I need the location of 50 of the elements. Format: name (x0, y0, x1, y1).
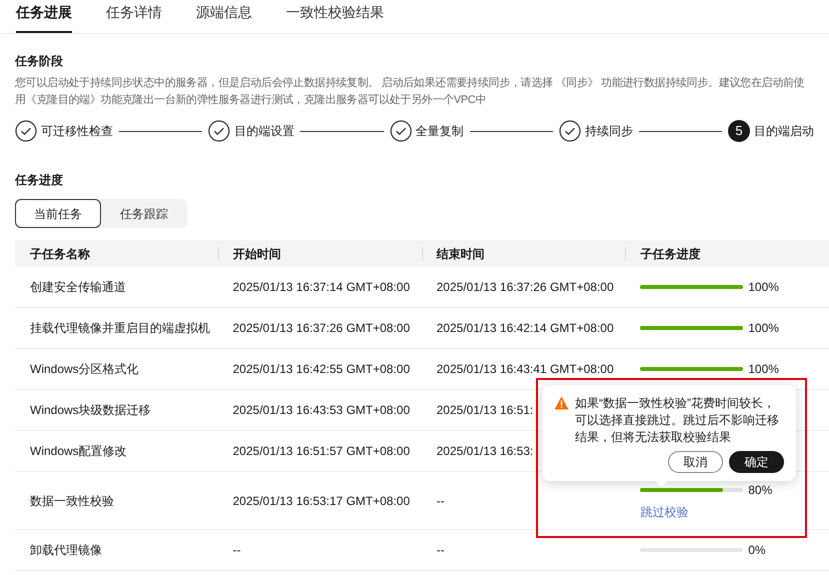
table-cell: 2025/01/13 16:43:41 GMT+08:00 (436, 362, 614, 376)
tab[interactable]: 源端信息 (196, 2, 252, 33)
table-cell: 2025/01/13 16:37:14 GMT+08:00 (232, 280, 410, 294)
dialog-message: 如果“数据一致性校验”花费时间较长，可以选择直接跳过。跳过后不影响迁移结果，但将无法获取校验结果 (575, 395, 780, 446)
description-text: 您可以启动处于持续同步状态中的服务器，但是启动后会停止数据持续复制。 启动后如果还需要持续同步，请选择 《同步》 功能进行数据持续同步。建议您在启动前使用《克隆目的端》功能克隆出一台新的弹性服务器进行测试，克隆出服务器可以处于另外一个VPC中 (15, 76, 806, 108)
table-cell: 2025/01/13 16:51: (436, 403, 534, 417)
table-cell: 2025/01/13 16:53:17 GMT+08:00 (232, 494, 410, 508)
column-header: 子任务名称 (30, 246, 90, 262)
step-label: 持续同步 (584, 123, 633, 140)
table-cell: Windows分区格式化 (30, 362, 139, 376)
step-label: 目的端启动 (754, 123, 814, 140)
segment-tab[interactable]: 当前任务 (15, 199, 101, 228)
table-cell: 2025/01/13 16:53: (436, 444, 534, 458)
table-cell: 挂载代理镜像并重启目的端虚拟机 (30, 321, 210, 335)
segment-tab[interactable]: 任务跟踪 (101, 199, 187, 228)
column-header: 开始时间 (232, 246, 281, 262)
table-cell: 创建安全传输通道 (30, 280, 126, 294)
tab[interactable]: 一致性校验结果 (286, 2, 384, 33)
tab[interactable]: 任务详情 (106, 2, 162, 33)
table-cell: -- (436, 543, 444, 557)
table-cell: 2025/01/13 16:37:26 GMT+08:00 (232, 321, 410, 335)
table-cell: 2025/01/13 16:37:26 GMT+08:00 (436, 280, 614, 294)
percent-text: 100% (748, 279, 779, 296)
percent-text: 100% (748, 361, 779, 378)
table-cell: 2025/01/13 16:43:53 GMT+08:00 (232, 403, 410, 417)
percent-text: 0% (748, 542, 766, 559)
tab[interactable]: 任务进展 (16, 2, 72, 33)
table-cell: -- (232, 543, 241, 557)
percent-text: 80% (748, 482, 772, 498)
table-cell: 数据一致性校验 (30, 494, 114, 508)
percent-text: 100% (748, 320, 779, 337)
table-cell: Windows块级数据迁移 (30, 403, 151, 417)
section-title: 任务进度 (15, 172, 64, 189)
table-cell: 2025/01/13 16:51:57 GMT+08:00 (232, 444, 410, 458)
column-header: 结束时间 (436, 246, 485, 262)
skip-link[interactable]: 跳过校验 (640, 502, 688, 520)
table-cell: -- (436, 494, 444, 508)
step-label: 全量复制 (416, 123, 464, 140)
table-cell: Windows配置修改 (30, 444, 127, 458)
warning-icon (554, 396, 569, 410)
column-header: 子任务进度 (640, 246, 700, 262)
table-cell: 2025/01/13 16:42:55 GMT+08:00 (232, 362, 410, 376)
confirm-button[interactable]: 确定 (729, 451, 784, 473)
step-number: 5 (728, 120, 750, 142)
table-cell: 卸载代理镜像 (30, 543, 102, 557)
step-label: 可迁移性检查 (41, 123, 113, 140)
step-label: 目的端设置 (234, 123, 294, 140)
table-cell: 2025/01/13 16:42:14 GMT+08:00 (436, 321, 614, 335)
cancel-button[interactable]: 取消 (668, 451, 723, 473)
section-title: 任务阶段 (15, 53, 64, 70)
